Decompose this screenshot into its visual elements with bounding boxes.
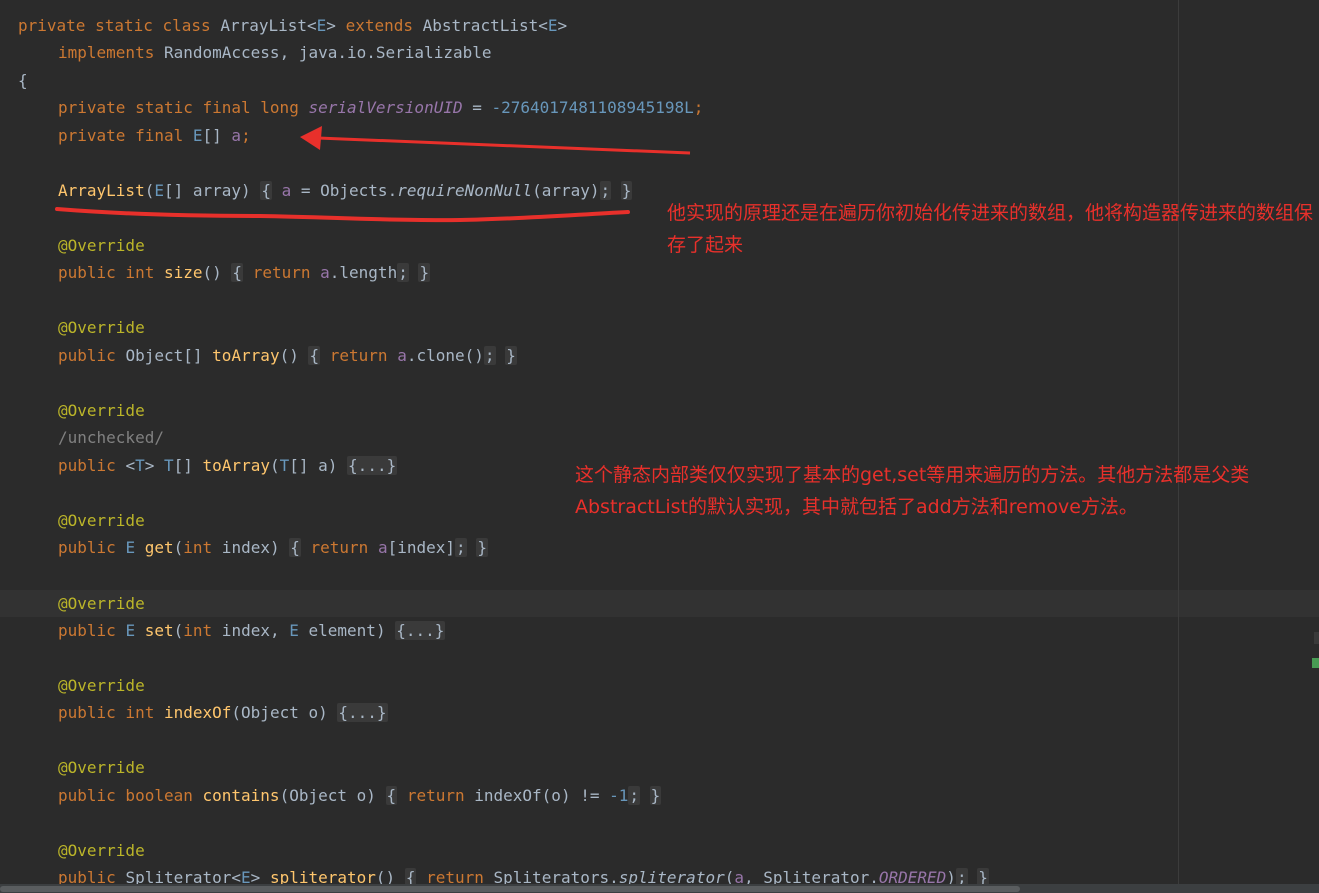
red-underline — [55, 207, 630, 223]
annotation-note-class: 这个静态内部类仅仅实现了基本的get,set等用来遍历的方法。其他方法都是父类A… — [575, 464, 1250, 518]
markup-overlay — [55, 126, 691, 223]
red-arrowhead — [300, 126, 322, 150]
annotation-note-constructor: 他实现的原理还是在遍历你初始化传进来的数组，他将构造器传进来的数组保存了起来 — [667, 202, 1314, 256]
red-arrow-line — [317, 136, 691, 155]
